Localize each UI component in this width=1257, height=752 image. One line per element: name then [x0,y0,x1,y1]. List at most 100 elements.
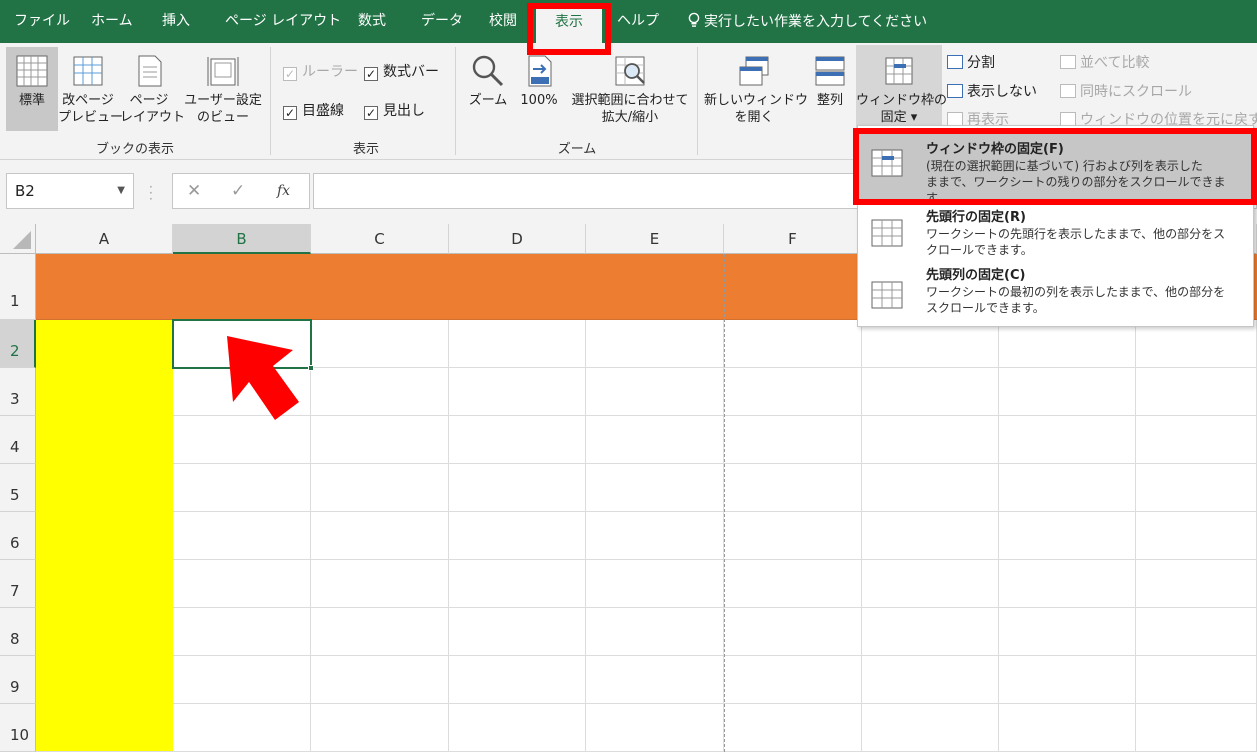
cell-b5[interactable] [173,464,311,512]
cell-i7[interactable] [1136,560,1257,608]
menu-formulas[interactable]: 数式 [358,0,386,43]
cell-b10[interactable] [173,704,311,752]
formula-bar-checkbox[interactable]: ✓ 数式バー [364,61,439,81]
new-window-button[interactable]: 新しいウィンドウ を開く [704,47,808,126]
cell-g5[interactable] [862,464,999,512]
row-header-8[interactable]: 8 [0,608,36,656]
cell-h7[interactable] [999,560,1136,608]
freeze-top-row-option[interactable]: 先頭行の固定(R) ワークシートの先頭行を表示したままで、他の部分をス クロール… [858,202,1253,264]
column-header-d[interactable]: D [449,224,586,254]
page-layout-view-button[interactable]: ページ レイアウト [120,47,185,126]
tell-me-box[interactable]: 実行したい作業を入力してください [688,0,927,43]
cell-f2[interactable] [724,320,862,368]
freeze-panes-option[interactable]: ウィンドウ枠の固定(F) (現在の選択範囲に基づいて) 行および列を表示した ま… [858,134,1253,205]
cell-i4[interactable] [1136,416,1257,464]
drag-handle-icon[interactable]: · · · [149,181,153,205]
freeze-first-column-option[interactable]: 先頭列の固定(C) ワークシートの最初の列を表示したままで、他の部分を スクロー… [858,264,1253,326]
cell-c5[interactable] [311,464,449,512]
cell-h5[interactable] [999,464,1136,512]
cell-h6[interactable] [999,512,1136,560]
view-side-by-side-button[interactable]: 並べて比較 [1060,52,1149,72]
row-header-9[interactable]: 9 [0,656,36,704]
column-a-fill[interactable] [36,320,173,752]
cell-f6[interactable] [724,512,862,560]
arrange-all-button[interactable]: 整列 [810,47,850,109]
cell-d5[interactable] [449,464,586,512]
cell-i3[interactable] [1136,368,1257,416]
row-header-6[interactable]: 6 [0,512,36,560]
cell-d8[interactable] [449,608,586,656]
cell-d4[interactable] [449,416,586,464]
cell-h4[interactable] [999,416,1136,464]
menu-page-layout[interactable]: ページ レイアウト [225,0,341,43]
column-header-b[interactable]: B [173,224,311,254]
insert-function-icon[interactable]: fx [277,174,290,208]
cell-b8[interactable] [173,608,311,656]
cell-c3[interactable] [311,368,449,416]
sync-scroll-button[interactable]: 同時にスクロール [1060,81,1192,101]
cell-f7[interactable] [724,560,862,608]
row-header-4[interactable]: 4 [0,416,36,464]
column-header-c[interactable]: C [311,224,449,254]
cell-g4[interactable] [862,416,999,464]
cell-c8[interactable] [311,608,449,656]
cell-h9[interactable] [999,656,1136,704]
cell-c10[interactable] [311,704,449,752]
menu-review[interactable]: 校閲 [489,0,517,43]
cell-c7[interactable] [311,560,449,608]
cell-f4[interactable] [724,416,862,464]
headings-checkbox[interactable]: ✓ 見出し [364,100,425,120]
menu-home[interactable]: ホーム [91,0,133,43]
hide-window-button[interactable]: 表示しない [947,81,1037,101]
cell-f5[interactable] [724,464,862,512]
cell-g3[interactable] [862,368,999,416]
cell-i9[interactable] [1136,656,1257,704]
cell-d6[interactable] [449,512,586,560]
cell-i5[interactable] [1136,464,1257,512]
cell-b9[interactable] [173,656,311,704]
cell-e2[interactable] [586,320,724,368]
chevron-down-icon[interactable]: ▼ [117,174,125,208]
cell-g8[interactable] [862,608,999,656]
cell-e8[interactable] [586,608,724,656]
cell-i6[interactable] [1136,512,1257,560]
zoom-button[interactable]: ズーム [464,47,512,109]
page-break-preview-button[interactable]: 改ページ プレビュー [58,47,123,126]
column-header-e[interactable]: E [586,224,724,254]
cell-h2[interactable] [999,320,1136,368]
cell-e7[interactable] [586,560,724,608]
cell-h3[interactable] [999,368,1136,416]
gridlines-checkbox[interactable]: ✓ 目盛線 [283,100,344,120]
ruler-checkbox[interactable]: ✓ ルーラー [283,61,358,81]
menu-data[interactable]: データ [421,0,463,43]
cell-e3[interactable] [586,368,724,416]
cell-d9[interactable] [449,656,586,704]
enter-icon[interactable]: ✓ [231,174,245,208]
column-header-f[interactable]: F [724,224,862,254]
cell-g2[interactable] [862,320,999,368]
column-header-a[interactable]: A [36,224,173,254]
menu-view[interactable]: 表示 [536,4,602,43]
row-header-10[interactable]: 10 [0,704,36,752]
row-header-3[interactable]: 3 [0,368,36,416]
select-all-corner[interactable] [0,224,36,254]
cell-b6[interactable] [173,512,311,560]
menu-file[interactable]: ファイル [14,0,70,43]
cell-d2[interactable] [449,320,586,368]
menu-insert[interactable]: 挿入 [162,0,190,43]
cell-f10[interactable] [724,704,862,752]
cell-i2[interactable] [1136,320,1257,368]
cell-c9[interactable] [311,656,449,704]
cell-d3[interactable] [449,368,586,416]
row-header-2[interactable]: 2 [0,320,36,368]
split-button[interactable]: 分割 [947,52,995,72]
cell-g6[interactable] [862,512,999,560]
zoom-to-selection-button[interactable]: 選択範囲に合わせて 拡大/縮小 [566,47,694,126]
cell-f9[interactable] [724,656,862,704]
cell-g10[interactable] [862,704,999,752]
row-header-5[interactable]: 5 [0,464,36,512]
custom-views-button[interactable]: ユーザー設定 のビュー [180,47,266,126]
cell-i10[interactable] [1136,704,1257,752]
cancel-icon[interactable]: ✕ [187,174,201,208]
normal-view-button[interactable]: 標準 [6,47,58,131]
